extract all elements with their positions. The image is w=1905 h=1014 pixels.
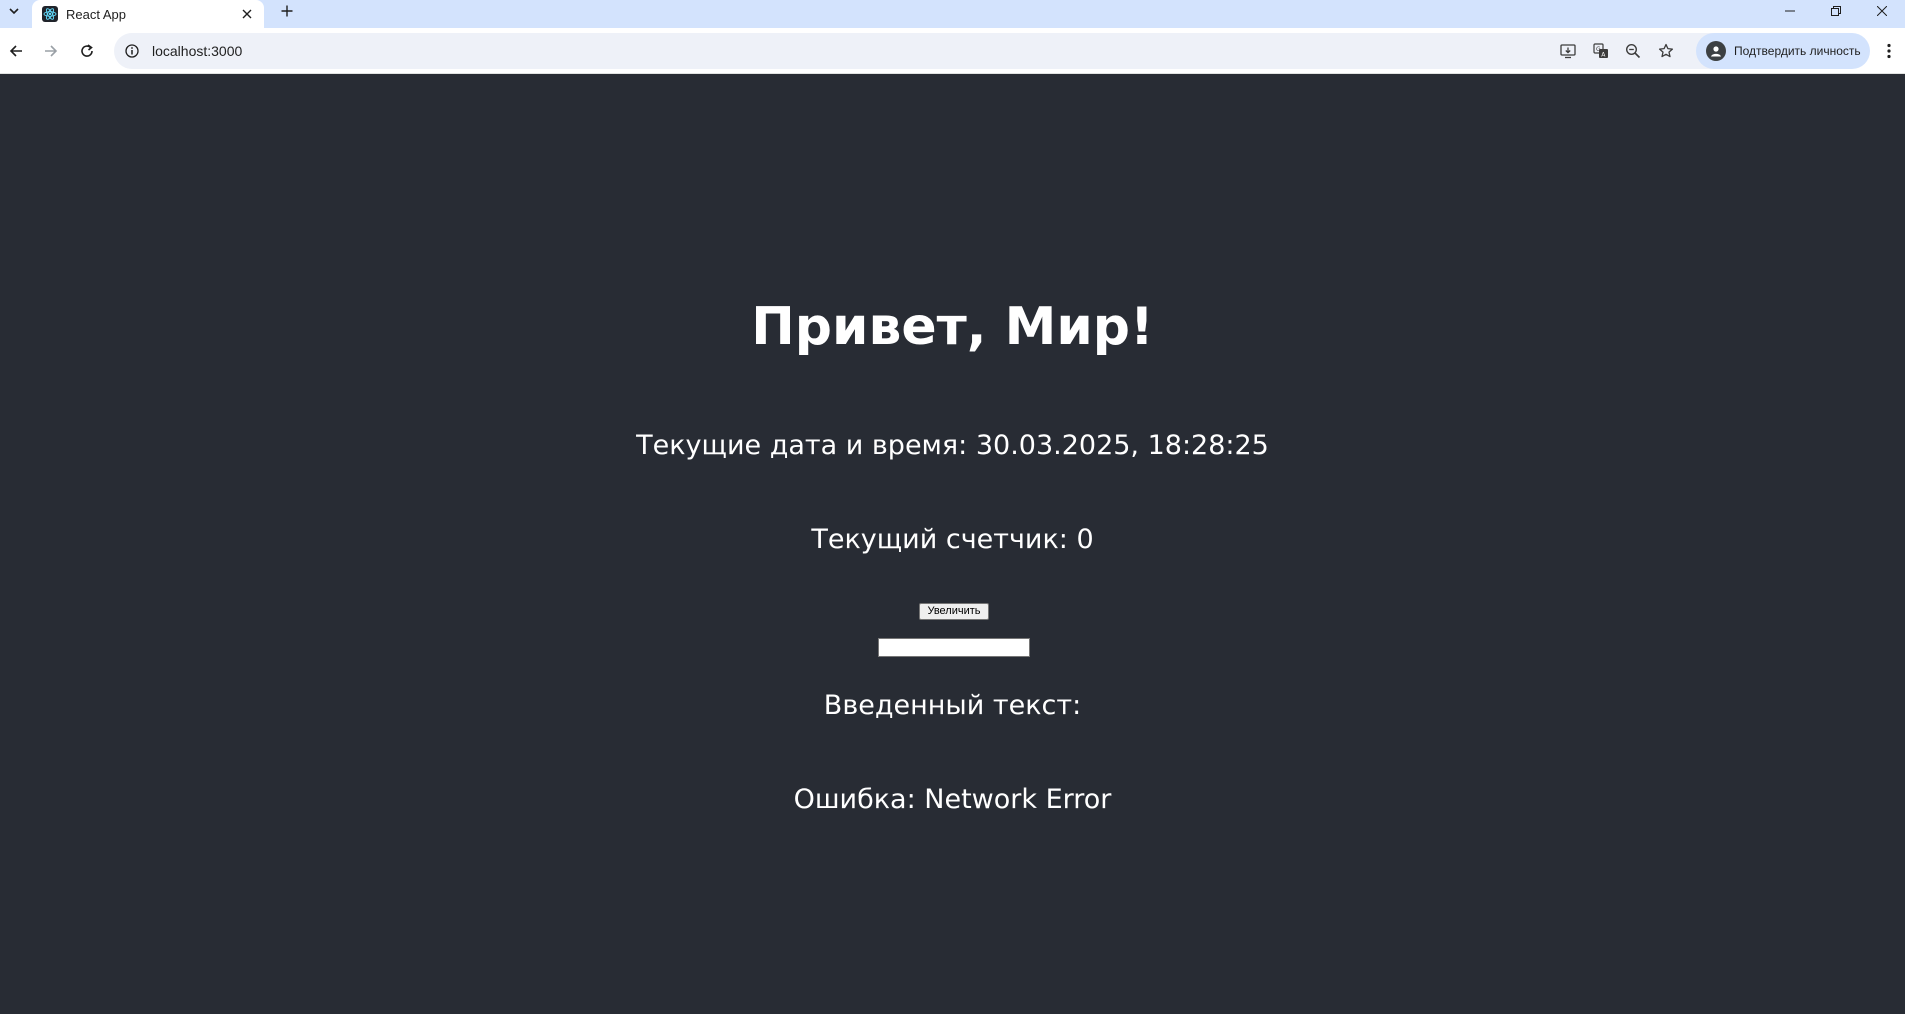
text-input[interactable] — [878, 638, 1030, 657]
page-title: Привет, Мир! — [751, 297, 1154, 357]
address-bar[interactable]: localhost:3000 GA — [114, 33, 1854, 69]
translate-icon[interactable]: GA — [1589, 39, 1613, 63]
bookmark-star-icon[interactable] — [1654, 39, 1678, 63]
close-tab-icon[interactable] — [238, 5, 256, 23]
reload-icon[interactable] — [73, 37, 101, 65]
counter-text: Текущий счетчик: 0 — [811, 524, 1094, 555]
datetime-text: Текущие дата и время: 30.03.2025, 18:28:… — [636, 430, 1269, 461]
profile-avatar-icon — [1706, 41, 1726, 61]
new-tab-icon[interactable] — [276, 0, 298, 22]
tab-react-app[interactable]: React App — [32, 0, 264, 28]
tab-search-icon[interactable] — [2, 0, 26, 22]
tab-strip: React App — [0, 0, 1905, 28]
entered-text-label: Введенный текст: — [823, 690, 1082, 721]
back-icon[interactable] — [2, 37, 30, 65]
forward-icon[interactable] — [37, 37, 65, 65]
site-info-icon[interactable] — [120, 39, 144, 63]
restore-icon[interactable] — [1813, 0, 1859, 22]
profile-label: Подтвердить личность — [1734, 44, 1861, 58]
tab-title: React App — [66, 6, 126, 22]
install-app-icon[interactable] — [1556, 39, 1580, 63]
browser-toolbar: localhost:3000 GA Подтвердить личность — [0, 28, 1905, 74]
close-window-icon[interactable] — [1859, 0, 1905, 22]
page-viewport: Привет, Мир! Текущие дата и время: 30.03… — [0, 74, 1905, 1014]
url-text[interactable]: localhost:3000 — [152, 33, 242, 69]
react-logo-icon — [42, 6, 58, 22]
error-message: Ошибка: Network Error — [793, 784, 1112, 815]
increment-button[interactable]: Увеличить — [919, 603, 989, 620]
profile-button[interactable]: Подтвердить личность — [1696, 33, 1870, 69]
minimize-icon[interactable] — [1767, 0, 1813, 22]
zoom-icon[interactable] — [1621, 39, 1645, 63]
more-menu-icon[interactable] — [1878, 37, 1900, 65]
window-controls — [1767, 0, 1905, 22]
